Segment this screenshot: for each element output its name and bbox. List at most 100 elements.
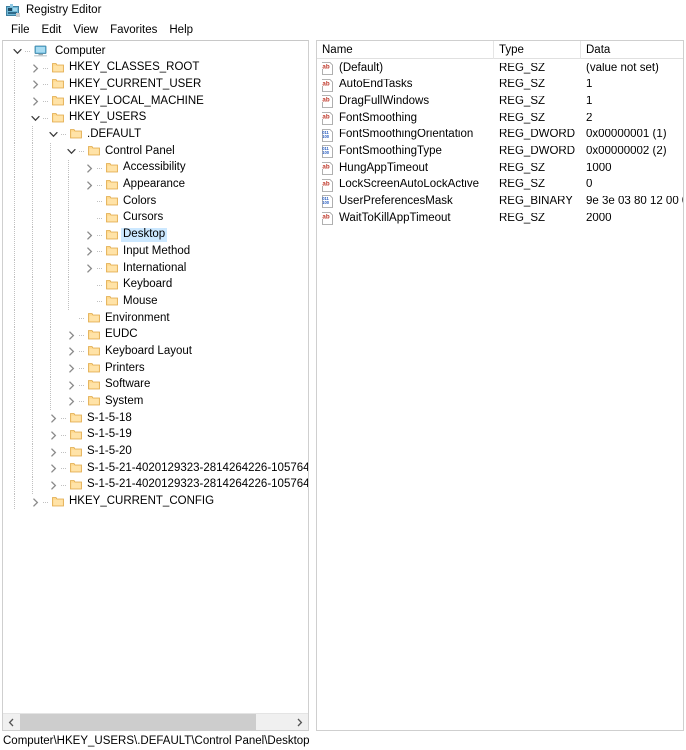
tree-item-international[interactable]: International — [3, 259, 308, 277]
table-row[interactable]: ab LockScreenAutoLockActive REG_SZ 0 — [317, 177, 683, 194]
value-data-cell: (value not set) — [586, 62, 659, 74]
tree-item-cursors[interactable]: Cursors — [3, 209, 308, 227]
tree-item-s-1-5-19[interactable]: S-1-5-19 — [3, 426, 308, 444]
chevron-right-icon[interactable] — [46, 477, 61, 494]
chevron-right-icon[interactable] — [64, 377, 79, 394]
tree-item-input-method[interactable]: Input Method — [3, 243, 308, 260]
value-data-cell: 2000 — [586, 212, 612, 224]
column-header-type[interactable]: Type — [494, 40, 581, 59]
table-row[interactable]: 011 100 FontSmoothingType REG_DWORD 0x000000… — [317, 143, 683, 160]
chevron-right-icon[interactable] — [28, 76, 43, 93]
tree-indent — [3, 226, 82, 244]
scrollbar-track[interactable] — [20, 714, 291, 730]
tree-item-hkey-classes-root[interactable]: HKEY_CLASSES_ROOT — [3, 59, 308, 77]
chevron-right-icon[interactable] — [46, 444, 61, 461]
registry-tree-pane: Computer HKEY_CLASSES_ROOT HKEY_CURRENT_US… — [2, 40, 309, 731]
chevron-right-icon[interactable] — [46, 410, 61, 427]
tree-item-s-1-5-20[interactable]: S-1-5-20 — [3, 443, 308, 461]
chevron-right-icon[interactable] — [28, 494, 43, 511]
chevron-right-icon[interactable] — [82, 227, 97, 244]
tree-indent — [3, 293, 82, 310]
tree-item-label: Accessibility — [123, 161, 186, 174]
value-type-cell: REG_BINARY — [499, 196, 573, 208]
tree-item-s-1-5-21-4020129323-2814264226-1057645318-100[interactable]: S-1-5-21-4020129323-2814264226-105764531… — [3, 460, 308, 477]
chevron-right-icon[interactable] — [82, 243, 97, 260]
menu-view[interactable]: View — [67, 24, 104, 38]
chevron-down-icon[interactable] — [10, 43, 25, 60]
chevron-right-icon[interactable] — [64, 393, 79, 410]
chevron-right-icon[interactable] — [28, 93, 43, 110]
chevron-right-icon[interactable] — [64, 360, 79, 377]
scroll-right-button[interactable] — [291, 714, 308, 730]
tree-item-default[interactable]: .DEFAULT — [3, 126, 308, 144]
tree-item-label: HKEY_USERS — [69, 111, 147, 124]
tree-item-mouse[interactable]: Mouse — [3, 293, 308, 310]
tree-indent — [3, 59, 28, 77]
chevron-right-icon[interactable] — [82, 177, 97, 194]
svg-text:ab: ab — [322, 114, 329, 121]
column-header-data[interactable]: Data — [581, 41, 683, 59]
chevron-right-icon[interactable] — [82, 260, 97, 277]
tree-item-hkey-current-config[interactable]: HKEY_CURRENT_CONFIG — [3, 493, 308, 511]
tree-item-keyboard-layout[interactable]: Keyboard Layout — [3, 343, 308, 361]
string-value-icon: ab — [321, 61, 335, 75]
menu-favorites[interactable]: Favorites — [104, 24, 163, 38]
chevron-down-icon[interactable] — [64, 143, 79, 160]
string-value-icon: ab — [321, 162, 335, 175]
tree-indent — [3, 143, 64, 160]
chevron-right-icon[interactable] — [46, 460, 61, 477]
tree-horizontal-scrollbar[interactable] — [3, 713, 308, 730]
column-header-name[interactable]: Name — [317, 40, 494, 59]
chevron-right-icon[interactable] — [28, 60, 43, 77]
table-row[interactable]: ab DragFullWindows REG_SZ 1 — [317, 93, 683, 110]
folder-icon — [69, 410, 82, 427]
registry-tree[interactable]: Computer HKEY_CLASSES_ROOT HKEY_CURRENT_US… — [3, 41, 308, 713]
string-value-icon: ab — [321, 95, 335, 109]
chevron-right-icon[interactable] — [82, 160, 97, 177]
tree-item-s-1-5-21-4020129323-2814264226-1057645318-100[interactable]: S-1-5-21-4020129323-2814264226-105764531… — [3, 476, 308, 494]
value-type-cell: REG_DWORD — [499, 146, 576, 158]
table-row[interactable]: 011 100 FontSmoothingOrientation REG_DWORD 0… — [317, 127, 683, 144]
tree-item-printers[interactable]: Printers — [3, 360, 308, 377]
tree-item-control-panel[interactable]: Control Panel — [3, 143, 308, 160]
tree-connector — [43, 110, 51, 127]
value-data-cell: 0 — [586, 179, 593, 191]
menu-help[interactable]: Help — [163, 24, 199, 38]
folder-icon — [87, 327, 100, 344]
tree-item-hkey-local-machine[interactable]: HKEY_LOCAL_MACHINE — [3, 93, 308, 110]
main-content: Computer HKEY_CLASSES_ROOT HKEY_CURRENT_US… — [0, 40, 686, 731]
tree-indent — [3, 360, 64, 377]
tree-item-hkey-current-user[interactable]: HKEY_CURRENT_USER — [3, 76, 308, 94]
tree-item-colors[interactable]: Colors — [3, 193, 308, 210]
tree-item-eudc[interactable]: EUDC — [3, 326, 308, 344]
chevron-right-icon[interactable] — [64, 327, 79, 344]
value-name-cell: 011 100 UserPreferencesMask — [317, 195, 494, 209]
scroll-left-button[interactable] — [3, 714, 20, 730]
value-name-cell: ab AutoEndTasks — [317, 78, 494, 92]
table-row[interactable]: ab FontSmoothing REG_SZ 2 — [317, 110, 683, 127]
menu-edit[interactable]: Edit — [36, 24, 68, 38]
tree-item-appearance[interactable]: Appearance — [3, 176, 308, 194]
tree-item-keyboard[interactable]: Keyboard — [3, 276, 308, 294]
tree-item-hkey-users[interactable]: HKEY_USERS — [3, 109, 308, 127]
chevron-right-icon[interactable] — [64, 343, 79, 360]
tree-connector — [61, 477, 69, 494]
scrollbar-thumb[interactable] — [20, 714, 256, 730]
tree-item-accessibility[interactable]: Accessibility — [3, 159, 308, 177]
tree-item-software[interactable]: Software — [3, 376, 308, 394]
chevron-down-icon[interactable] — [46, 126, 61, 143]
values-list[interactable]: ab (Default) REG_SZ (value not set) ab AutoEn… — [317, 59, 683, 730]
table-row[interactable]: ab HungAppTimeout REG_SZ 1000 — [317, 160, 683, 177]
table-row[interactable]: ab (Default) REG_SZ (value not set) — [317, 60, 683, 77]
tree-item-s-1-5-18[interactable]: S-1-5-18 — [3, 410, 308, 427]
table-row[interactable]: 011 100 UserPreferencesMask REG_BINARY 9e 3e… — [317, 194, 683, 211]
tree-item-system[interactable]: System — [3, 393, 308, 411]
tree-item-environment[interactable]: Environment — [3, 310, 308, 327]
table-row[interactable]: ab AutoEndTasks REG_SZ 1 — [317, 77, 683, 94]
tree-item-desktop[interactable]: Desktop — [3, 226, 308, 244]
chevron-right-icon[interactable] — [46, 427, 61, 444]
menu-file[interactable]: File — [5, 24, 36, 38]
chevron-down-icon[interactable] — [28, 110, 43, 127]
table-row[interactable]: ab WaitToKillAppTimeout REG_SZ 2000 — [317, 210, 683, 227]
tree-item-computer[interactable]: Computer — [3, 43, 308, 60]
